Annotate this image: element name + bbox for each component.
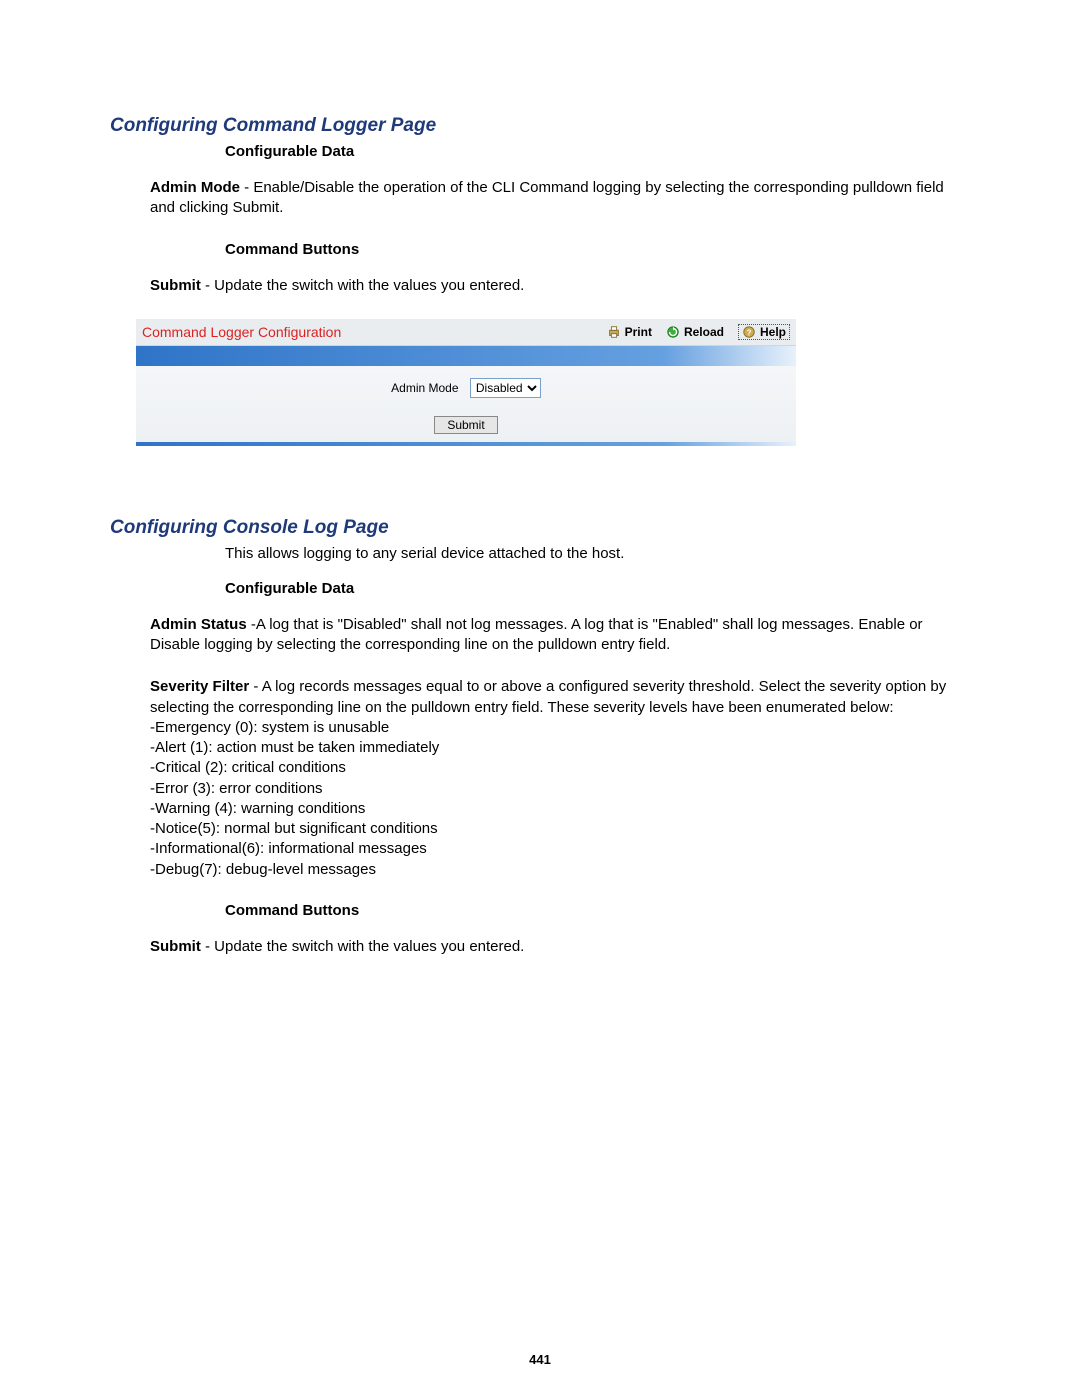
submit-term-2: Submit xyxy=(150,938,201,955)
command-logger-panel: Command Logger Configuration Print Reloa… xyxy=(135,318,797,447)
severity-term: Severity Filter xyxy=(150,678,249,695)
severity-list: -Emergency (0): system is unusable -Aler… xyxy=(150,718,970,880)
panel-body: Admin Mode Disabled Submit xyxy=(136,366,796,442)
submit-desc-2: - Update the switch with the values you … xyxy=(201,938,525,955)
help-icon: ? xyxy=(742,325,756,339)
reload-label: Reload xyxy=(684,325,724,339)
severity-level: -Debug(7): debug-level messages xyxy=(150,860,970,880)
severity-level: -Critical (2): critical conditions xyxy=(150,758,970,778)
panel-actions: Print Reload ? Help xyxy=(607,324,790,340)
panel-header: Command Logger Configuration Print Reloa… xyxy=(136,319,796,346)
admin-mode-label: Admin Mode xyxy=(391,381,458,395)
printer-icon xyxy=(607,325,621,339)
submit-desc-1: - Update the switch with the values you … xyxy=(201,277,525,294)
help-label: Help xyxy=(760,325,786,339)
admin-mode-select[interactable]: Disabled xyxy=(470,378,541,398)
help-button[interactable]: ? Help xyxy=(738,324,790,340)
submit-paragraph-1: Submit - Update the switch with the valu… xyxy=(150,276,970,296)
configurable-data-heading-2: Configurable Data xyxy=(225,580,970,597)
admin-status-term: Admin Status xyxy=(150,616,247,633)
severity-level: -Alert (1): action must be taken immedia… xyxy=(150,738,970,758)
panel-title: Command Logger Configuration xyxy=(142,324,607,340)
admin-mode-term: Admin Mode xyxy=(150,179,240,196)
severity-level: -Notice(5): normal but significant condi… xyxy=(150,819,970,839)
panel-stripe xyxy=(136,346,796,366)
reload-button[interactable]: Reload xyxy=(666,325,724,339)
section1-heading: Configuring Command Logger Page xyxy=(110,115,970,137)
admin-mode-paragraph: Admin Mode - Enable/Disable the operatio… xyxy=(150,178,970,219)
print-button[interactable]: Print xyxy=(607,325,652,339)
admin-status-paragraph: Admin Status -A log that is "Disabled" s… xyxy=(150,615,970,656)
command-buttons-heading-2: Command Buttons xyxy=(225,902,970,919)
severity-block: Severity Filter - A log records messages… xyxy=(150,677,970,880)
severity-level: -Error (3): error conditions xyxy=(150,779,970,799)
section2-intro: This allows logging to any serial device… xyxy=(225,545,970,562)
submit-term-1: Submit xyxy=(150,277,201,294)
panel-bottom-stripe xyxy=(136,442,796,446)
submit-button[interactable]: Submit xyxy=(434,416,497,434)
admin-mode-row: Admin Mode Disabled xyxy=(136,378,796,398)
severity-level: -Emergency (0): system is unusable xyxy=(150,718,970,738)
severity-level: -Warning (4): warning conditions xyxy=(150,799,970,819)
command-buttons-heading-1: Command Buttons xyxy=(225,241,970,258)
reload-icon xyxy=(666,325,680,339)
submit-paragraph-2: Submit - Update the switch with the valu… xyxy=(150,937,970,957)
print-label: Print xyxy=(625,325,652,339)
configurable-data-heading-1: Configurable Data xyxy=(225,143,970,160)
page-number: 441 xyxy=(0,1352,1080,1367)
severity-desc: - A log records messages equal to or abo… xyxy=(150,678,946,715)
admin-mode-desc: - Enable/Disable the operation of the CL… xyxy=(150,179,944,216)
severity-level: -Informational(6): informational message… xyxy=(150,839,970,859)
admin-status-desc: -A log that is "Disabled" shall not log … xyxy=(150,616,923,653)
section2-heading: Configuring Console Log Page xyxy=(110,517,970,539)
svg-text:?: ? xyxy=(747,328,752,337)
